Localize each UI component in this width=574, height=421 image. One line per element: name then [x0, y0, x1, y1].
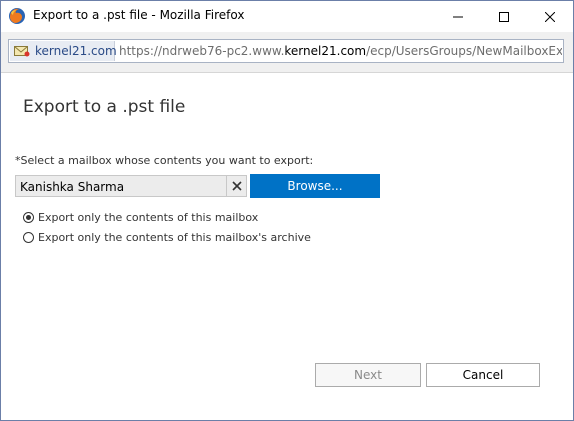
maximize-icon [499, 11, 509, 22]
site-domain: kernel21.com [35, 44, 117, 58]
option-mailbox-label: Export only the contents of this mailbox [38, 210, 259, 224]
option-archive-label: Export only the contents of this mailbox… [38, 230, 311, 244]
firefox-icon [9, 8, 25, 24]
close-window-button[interactable] [527, 1, 573, 32]
next-button[interactable]: Next [315, 363, 421, 387]
mailbox-prompt-label: *Select a mailbox whose contents you wan… [15, 154, 314, 167]
mailbox-field[interactable]: Kanishka Sharma [15, 175, 247, 197]
url-text: https://ndrweb76-pc2.www.kernel21.com/ec… [119, 44, 562, 58]
mail-site-icon [14, 46, 30, 57]
page-title: Export to a .pst file [23, 97, 186, 117]
minimize-button[interactable] [435, 1, 481, 32]
minimize-icon [453, 16, 463, 17]
option-mailbox[interactable]: Export only the contents of this mailbox [23, 209, 258, 225]
close-icon [545, 11, 555, 22]
option-archive[interactable]: Export only the contents of this mailbox… [23, 229, 311, 245]
browse-button[interactable]: Browse... [250, 174, 380, 198]
site-identity[interactable]: kernel21.com [10, 41, 117, 61]
close-icon [232, 181, 242, 191]
option-archive-radio[interactable] [23, 231, 34, 243]
url-suffix: /ecp/UsersGroups/NewMailboxExportR [366, 44, 562, 58]
option-mailbox-radio[interactable] [23, 211, 34, 223]
title-bar[interactable]: Export to a .pst file - Mozilla Firefox [1, 1, 573, 32]
url-host: kernel21.com [284, 44, 367, 58]
url-prefix: https://ndrweb76-pc2.www. [119, 44, 285, 58]
clear-mailbox-button[interactable] [226, 176, 247, 196]
cancel-button[interactable]: Cancel [426, 363, 540, 387]
address-bar[interactable]: kernel21.com https://ndrweb76-pc2.www.ke… [8, 39, 564, 63]
browser-window: Export to a .pst file - Mozilla Firefox … [0, 0, 574, 421]
maximize-button[interactable] [481, 1, 527, 32]
navigation-toolbar: kernel21.com https://ndrweb76-pc2.www.ke… [1, 32, 573, 73]
mailbox-value: Kanishka Sharma [20, 180, 125, 194]
window-title: Export to a .pst file - Mozilla Firefox [33, 8, 245, 22]
